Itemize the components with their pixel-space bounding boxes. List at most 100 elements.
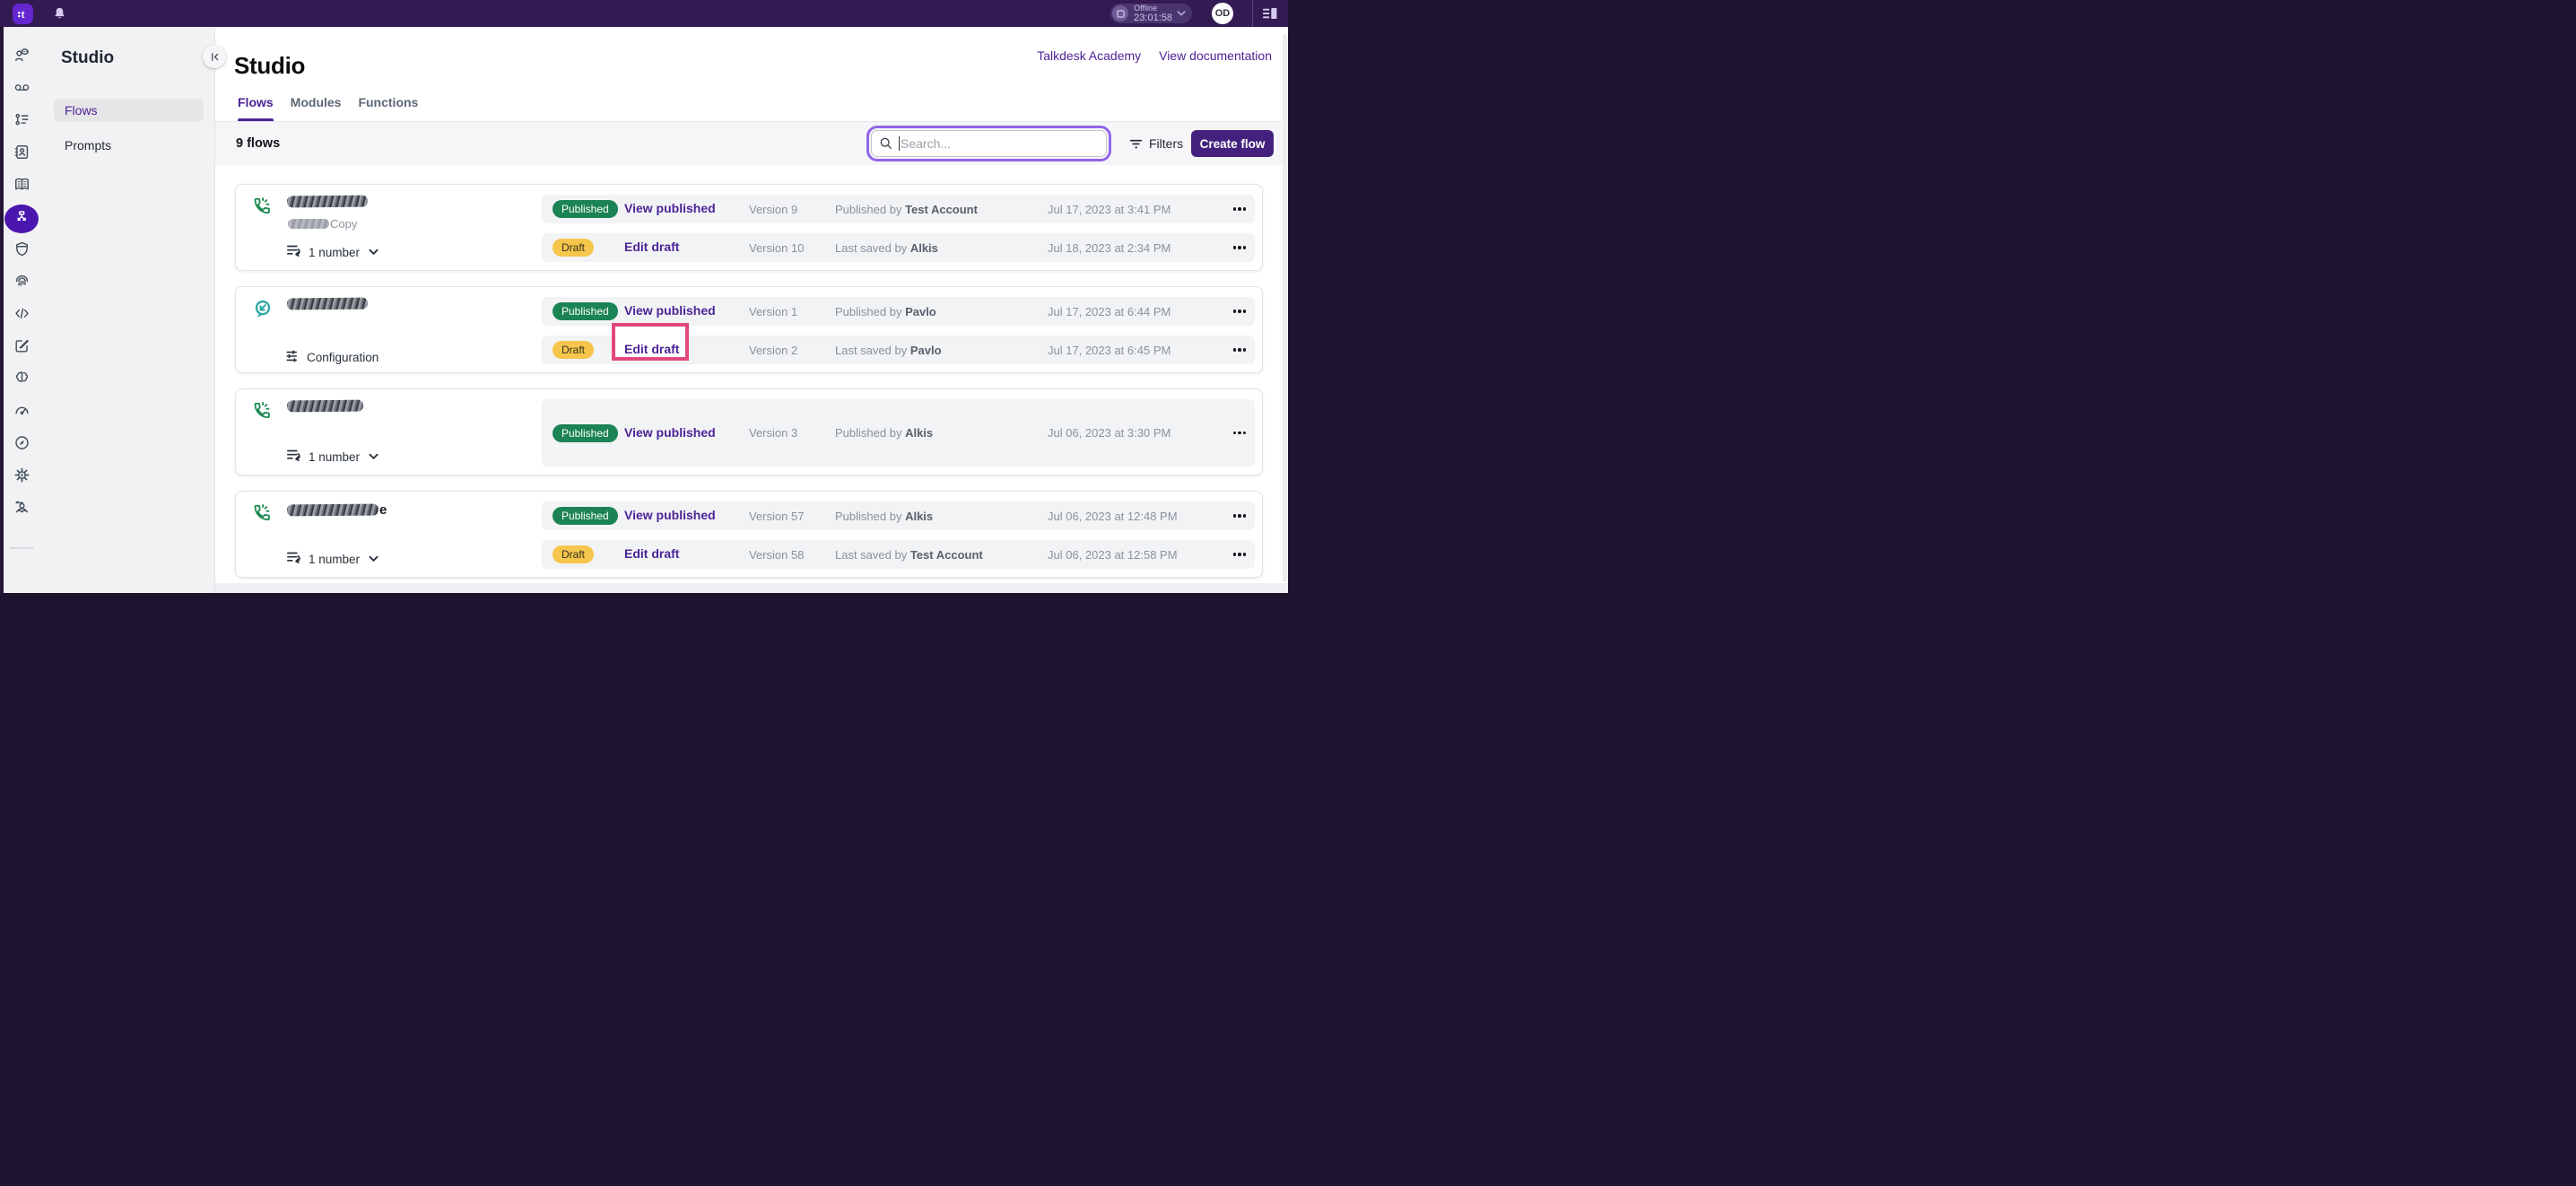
wallpaper-edge — [0, 27, 4, 593]
timestamp: Jul 06, 2023 at 3:30 PM — [1048, 426, 1217, 440]
more-actions-button[interactable] — [1217, 207, 1248, 211]
version-rows: PublishedView publishedVersion 9Publishe… — [542, 185, 1255, 270]
rail-item-conversations-icon[interactable] — [6, 48, 37, 66]
edit-draft-link[interactable]: Edit draft — [624, 240, 679, 254]
rail-item-academy-icon[interactable] — [6, 501, 37, 519]
version-rows: PublishedView publishedVersion 57Publish… — [542, 492, 1255, 577]
voice-phone-icon — [252, 401, 272, 425]
view-published-link[interactable]: View published — [624, 201, 716, 215]
studio-icon — [13, 209, 30, 230]
view-published-link[interactable]: View published — [624, 508, 716, 522]
rail-item-guardian-icon[interactable] — [6, 242, 37, 260]
version-rows: PublishedView publishedVersion 3Publishe… — [542, 389, 1255, 475]
rail-divider — [10, 547, 33, 549]
configuration-button[interactable]: Configuration — [285, 349, 379, 366]
more-actions-button[interactable] — [1217, 310, 1248, 313]
toolbar: 9 flows Filters Create flow — [215, 122, 1288, 165]
app-body: Studio FlowsPrompts Talkdesk Academy Vie… — [0, 27, 1288, 593]
redaction-scribble — [287, 400, 363, 413]
status-label: Offline — [1134, 4, 1172, 13]
more-actions-button[interactable] — [1217, 348, 1248, 352]
academy-icon — [13, 499, 30, 520]
tab-modules[interactable]: Modules — [291, 95, 342, 121]
rail-item-explore-icon[interactable] — [6, 436, 37, 454]
sidebar-item-prompts[interactable]: Prompts — [54, 134, 204, 157]
version-row: PublishedView publishedVersion 1Publishe… — [542, 297, 1255, 326]
apps-panel-icon[interactable] — [1263, 7, 1277, 20]
sidebar-item-flows[interactable]: Flows — [54, 99, 204, 122]
flow-name-redacted — [287, 196, 368, 207]
version-row: DraftEdit draftVersion 10Last saved by A… — [542, 233, 1255, 262]
ai-icon — [13, 370, 30, 391]
timestamp: Jul 17, 2023 at 3:41 PM — [1048, 203, 1217, 216]
flow-card: Copy 1 number Published View published Versi… — [235, 184, 1263, 271]
rail-item-ai-icon[interactable] — [6, 371, 37, 389]
search-input[interactable] — [871, 130, 1107, 157]
sidebar-menu: Flows Prompts — [43, 99, 214, 157]
rail-item-library-icon[interactable] — [6, 178, 37, 196]
tab-flows[interactable]: Flows — [238, 95, 274, 121]
topbar: t Offline 23:01:58 OD — [0, 0, 1288, 27]
version-label: Version 3 — [749, 426, 835, 440]
svg-text:t: t — [22, 9, 25, 20]
flow-subtitle-suffix: Copy — [330, 217, 357, 231]
edit-draft-link[interactable]: Edit draft — [624, 546, 679, 561]
tabs-bar: Flows Modules Functions — [215, 27, 1288, 122]
rail-item-settings-icon[interactable] — [6, 468, 37, 486]
rail-item-dashboard-icon[interactable] — [6, 404, 37, 422]
more-actions-button[interactable] — [1217, 514, 1248, 518]
flow-card: 1 numberPublishedView publishedVersion 3… — [235, 388, 1263, 475]
status-timer: 23:01:58 — [1134, 13, 1172, 23]
version-label: Version 57 — [749, 510, 835, 523]
talkdesk-studio-app: t Offline 23:01:58 OD — [0, 0, 1288, 593]
identity-icon — [13, 273, 30, 294]
bell-icon[interactable] — [53, 6, 66, 21]
status-badge-draft: Draft — [553, 239, 594, 257]
version-row: PublishedView publishedVersion 9Publishe… — [542, 195, 1255, 223]
numbers-dropdown[interactable]: 1 number — [286, 551, 379, 567]
rail-item-compose-icon[interactable] — [6, 339, 37, 357]
create-flow-button[interactable]: Create flow — [1191, 130, 1274, 157]
rail-item-studio-icon[interactable] — [4, 205, 39, 233]
version-row: PublishedView publishedVersion 3Publishe… — [542, 399, 1255, 467]
byline: Last saved by Pavlo — [835, 344, 1048, 357]
more-actions-button[interactable] — [1217, 553, 1248, 556]
more-actions-button[interactable] — [1217, 246, 1248, 249]
bottom-strip — [215, 583, 1288, 593]
tab-functions[interactable]: Functions — [358, 95, 418, 121]
rail-item-developer-icon[interactable] — [6, 307, 37, 325]
rail-item-identity-icon[interactable] — [6, 275, 37, 292]
rail-item-activities-icon[interactable] — [6, 113, 37, 131]
timestamp: Jul 06, 2023 at 12:58 PM — [1048, 548, 1217, 562]
numbers-dropdown[interactable]: 1 number — [286, 449, 379, 465]
agent-status-selector[interactable]: Offline 23:01:58 — [1110, 4, 1192, 23]
topbar-divider — [1252, 0, 1253, 27]
view-published-link[interactable]: View published — [624, 425, 716, 440]
filters-button[interactable]: Filters — [1129, 130, 1183, 157]
edit-draft-link[interactable]: Edit draft — [624, 342, 679, 356]
contacts-icon — [13, 144, 30, 165]
numbers-icon — [286, 244, 301, 260]
version-label: Version 2 — [749, 344, 835, 357]
flow-name-redacted — [287, 400, 363, 412]
numbers-label: 1 number — [309, 450, 360, 464]
talkdesk-logo[interactable]: t — [13, 4, 33, 24]
byline: Last saved by Test Account — [835, 548, 1048, 562]
status-badge-draft: Draft — [553, 341, 594, 359]
numbers-dropdown[interactable]: 1 number — [286, 244, 379, 260]
avatar[interactable]: OD — [1212, 3, 1233, 24]
more-actions-button[interactable] — [1217, 432, 1248, 435]
scrollbar[interactable] — [1283, 34, 1287, 582]
byline: Published by Alkis — [835, 426, 1048, 440]
developer-icon — [13, 305, 30, 327]
collapse-sidebar-button[interactable] — [203, 45, 226, 68]
rail-item-voicemail-icon[interactable] — [6, 81, 37, 99]
view-published-link[interactable]: View published — [624, 303, 716, 318]
rail-item-contacts-icon[interactable] — [6, 145, 37, 163]
topbar-right: Offline 23:01:58 OD — [1110, 0, 1288, 27]
version-label: Version 10 — [749, 241, 835, 255]
status-badge-published: Published — [553, 200, 618, 218]
filters-label: Filters — [1149, 136, 1183, 151]
flow-name-redacted: e — [287, 502, 387, 518]
flow-count: 9 flows — [236, 136, 280, 151]
